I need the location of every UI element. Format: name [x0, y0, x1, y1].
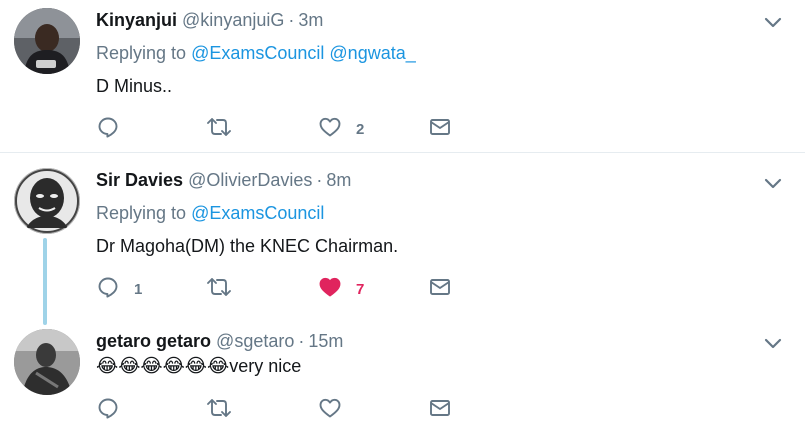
direct-message-button[interactable]: [428, 398, 452, 422]
chevron-down-icon[interactable]: [762, 11, 784, 33]
avatar[interactable]: [14, 168, 80, 234]
tweet-header: getaro getaro @sgetaro · 15m: [96, 330, 343, 352]
user-handle[interactable]: @OlivierDavies: [188, 170, 312, 190]
like-count: 2: [356, 120, 365, 138]
retweet-icon: [206, 396, 232, 425]
tweet-text: Dr Magoha(DM) the KNEC Chairman.: [96, 236, 399, 256]
tweet[interactable]: getaro getaro @sgetaro · 15m 😂😂😂😂😂😂very ni…: [0, 313, 805, 430]
replying-to-label: Replying to: [96, 43, 187, 63]
heart-icon: [318, 115, 342, 144]
avatar[interactable]: [14, 329, 80, 395]
replying-to: Replying to @ExamsCouncil @ngwata_: [96, 42, 416, 64]
separator: ·: [316, 170, 323, 190]
timestamp[interactable]: 15m: [308, 331, 343, 351]
user-handle[interactable]: @sgetaro: [216, 331, 294, 351]
mention-link[interactable]: @ngwata_: [329, 43, 415, 63]
replying-to-label: Replying to: [96, 203, 187, 223]
retweet-button[interactable]: [206, 117, 246, 141]
envelope-icon: [428, 396, 452, 425]
like-button[interactable]: 2: [318, 117, 364, 141]
reply-icon: [96, 115, 120, 144]
reply-button[interactable]: [96, 398, 134, 422]
heart-icon: [318, 275, 342, 304]
like-button[interactable]: [318, 398, 356, 422]
retweet-icon: [206, 115, 232, 144]
replying-to: Replying to @ExamsCouncil: [96, 202, 324, 224]
reply-button[interactable]: 1: [96, 277, 142, 301]
laughing-emoji-row: 😂😂😂😂😂😂: [96, 356, 230, 377]
mention-link[interactable]: @ExamsCouncil: [191, 43, 324, 63]
like-button[interactable]: 7: [318, 277, 364, 301]
like-count: 7: [356, 280, 365, 298]
envelope-icon: [428, 115, 452, 144]
mention-link[interactable]: @ExamsCouncil: [191, 203, 324, 223]
thread-connector: [43, 238, 47, 325]
user-handle[interactable]: @kinyanjuiG: [182, 10, 284, 30]
tweet-actions: 1 7: [96, 277, 476, 301]
display-name[interactable]: Kinyanjui: [96, 10, 177, 30]
retweet-icon: [206, 275, 232, 304]
envelope-icon: [428, 275, 452, 304]
direct-message-button[interactable]: [428, 277, 452, 301]
tweet-text-content: very nice: [229, 356, 302, 376]
retweet-button[interactable]: [206, 277, 246, 301]
timestamp[interactable]: 8m: [326, 170, 351, 190]
tweet[interactable]: Sir Davies @OlivierDavies · 8m Replying to…: [0, 153, 805, 325]
tweet-text: D Minus..: [96, 76, 173, 96]
reply-count: 1: [134, 280, 143, 298]
chevron-down-icon[interactable]: [762, 332, 784, 354]
heart-icon: [318, 396, 342, 425]
avatar[interactable]: [14, 8, 80, 74]
separator: ·: [288, 10, 295, 30]
tweet[interactable]: Kinyanjui @kinyanjuiG · 3m Replying to @Ex…: [0, 0, 805, 152]
direct-message-button[interactable]: [428, 117, 452, 141]
reply-button[interactable]: [96, 117, 134, 141]
tweet-text: 😂😂😂😂😂😂very nice: [96, 355, 301, 378]
tweet-actions: 2: [96, 117, 476, 141]
tweet-actions: [96, 398, 476, 422]
reply-icon: [96, 275, 120, 304]
retweet-button[interactable]: [206, 398, 246, 422]
display-name[interactable]: getaro getaro: [96, 331, 211, 351]
reply-icon: [96, 396, 120, 425]
separator: ·: [298, 331, 305, 351]
timestamp[interactable]: 3m: [298, 10, 323, 30]
chevron-down-icon[interactable]: [762, 172, 784, 194]
tweet-header: Kinyanjui @kinyanjuiG · 3m: [96, 9, 323, 31]
display-name[interactable]: Sir Davies: [96, 170, 183, 190]
tweet-header: Sir Davies @OlivierDavies · 8m: [96, 169, 351, 191]
